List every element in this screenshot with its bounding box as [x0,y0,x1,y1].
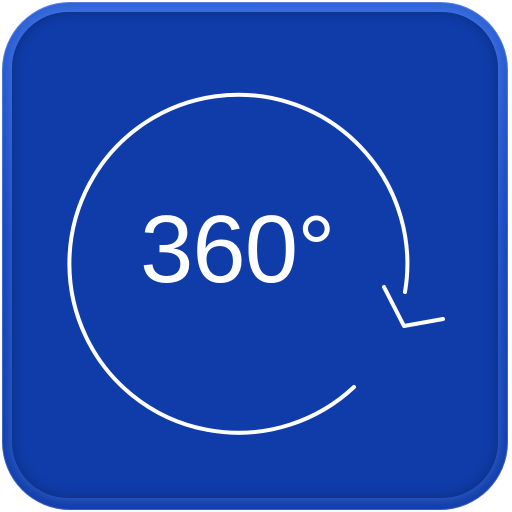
arrow-head-icon [382,285,445,328]
app-icon-label: 360° [140,196,336,303]
app-icon[interactable]: 360° [0,0,512,512]
